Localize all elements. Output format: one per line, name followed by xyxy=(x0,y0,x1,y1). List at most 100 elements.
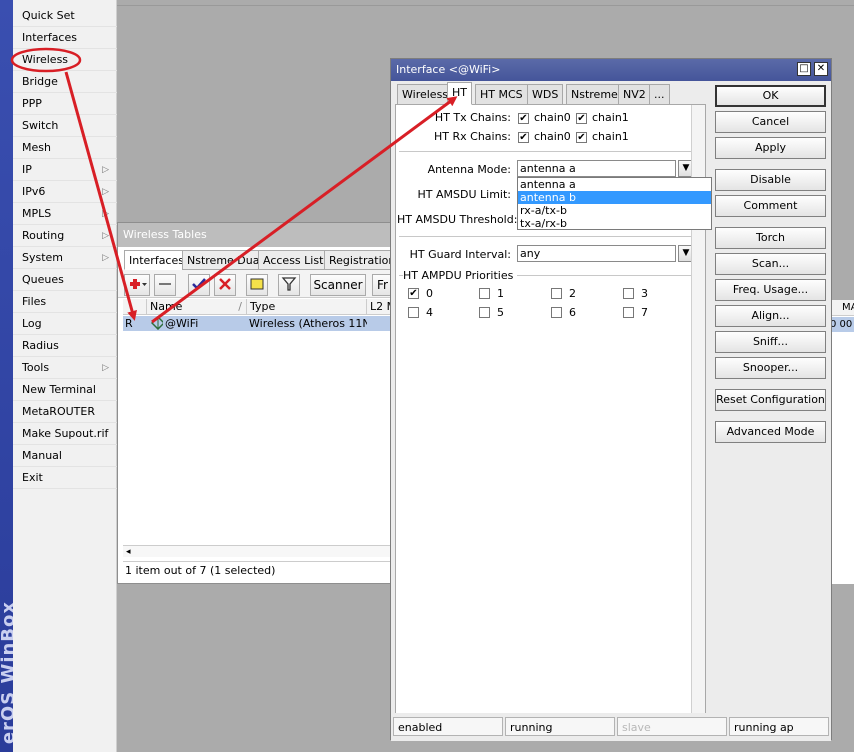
menu-item-ppp[interactable]: PPP xyxy=(13,93,117,115)
priority-3-checkbox[interactable] xyxy=(623,288,634,299)
table-row[interactable]: R @WiFi Wireless (Atheros 11N) xyxy=(123,316,391,331)
menu-item-radius[interactable]: Radius xyxy=(13,335,117,357)
guard-interval-select[interactable]: any xyxy=(517,245,676,262)
menu-item-ip[interactable]: IP ▷ xyxy=(13,159,117,181)
reset-configuration-button[interactable]: Reset Configuration xyxy=(715,389,826,411)
submenu-arrow-icon: ▷ xyxy=(102,363,109,373)
apply-button[interactable]: Apply xyxy=(715,137,826,159)
cancel-button[interactable]: Cancel xyxy=(715,111,826,133)
priority-4-checkbox[interactable] xyxy=(408,307,419,318)
menu-item-ipv6[interactable]: IPv6 ▷ xyxy=(13,181,117,203)
tab-access-list[interactable]: Access List xyxy=(258,250,329,270)
main-menu: Quick Set Interfaces Wireless Bridge PPP… xyxy=(13,0,117,752)
ok-button[interactable]: OK xyxy=(715,85,826,107)
maximize-icon[interactable]: □ xyxy=(797,62,811,76)
menu-item-interfaces[interactable]: Interfaces xyxy=(13,27,117,49)
tab-interfaces[interactable]: Interfaces xyxy=(124,250,189,270)
tab-nstreme[interactable]: Nstreme xyxy=(566,84,623,105)
menu-item-routing[interactable]: Routing ▷ xyxy=(13,225,117,247)
divider xyxy=(399,151,699,152)
menu-item-bridge[interactable]: Bridge xyxy=(13,71,117,93)
tab-registration[interactable]: Registration xyxy=(324,250,401,270)
status-running: running xyxy=(505,717,615,736)
torch-button[interactable]: Torch xyxy=(715,227,826,249)
freq-usage-button[interactable]: Freq. Usage... xyxy=(715,279,826,301)
window-title[interactable]: Wireless Tables xyxy=(118,223,391,247)
align-button[interactable]: Align... xyxy=(715,305,826,327)
comment-button[interactable] xyxy=(246,274,268,296)
ampdu-priorities-label: HT AMPDU Priorities xyxy=(403,269,518,282)
column-flag[interactable] xyxy=(123,299,147,315)
filter-button[interactable] xyxy=(278,274,300,296)
option-antenna-b[interactable]: antenna b xyxy=(518,191,711,204)
tab-more[interactable]: ... xyxy=(649,84,670,105)
tx-chain0-checkbox[interactable]: ✔ xyxy=(518,113,529,124)
tab-wds[interactable]: WDS xyxy=(527,84,564,105)
tab-ht[interactable]: HT xyxy=(447,82,472,105)
submenu-arrow-icon: ▷ xyxy=(102,165,109,175)
menu-item-quick-set[interactable]: Quick Set xyxy=(13,5,117,27)
comment-button[interactable]: Comment xyxy=(715,195,826,217)
column-name[interactable]: Name / xyxy=(147,299,247,315)
sniff-button[interactable]: Sniff... xyxy=(715,331,826,353)
option-antenna-a[interactable]: antenna a xyxy=(518,178,711,191)
tab-nv2[interactable]: NV2 xyxy=(618,84,651,105)
ht-amsdu-threshold-label: HT AMSDU Threshold: xyxy=(397,213,518,226)
option-rx-a-tx-b[interactable]: rx-a/tx-b xyxy=(518,204,711,217)
menu-item-files[interactable]: Files xyxy=(13,291,117,313)
wireless-tables-window: Wireless Tables Interfaces Nstreme Dual … xyxy=(117,222,401,584)
rx-chain0-checkbox[interactable]: ✔ xyxy=(518,132,529,143)
submenu-arrow-icon: ▷ xyxy=(102,231,109,241)
ht-rx-chains-label: HT Rx Chains: xyxy=(434,130,511,143)
menu-item-manual[interactable]: Manual xyxy=(13,445,117,467)
column-l2[interactable]: L2 M xyxy=(367,299,391,315)
priority-1-checkbox[interactable] xyxy=(479,288,490,299)
menu-item-log[interactable]: Log xyxy=(13,313,117,335)
priority-0-checkbox[interactable]: ✔ xyxy=(408,288,419,299)
tab-nstreme-dual[interactable]: Nstreme Dual xyxy=(182,250,268,270)
menu-item-queues[interactable]: Queues xyxy=(13,269,117,291)
close-icon[interactable]: ✕ xyxy=(814,62,828,76)
menu-item-exit[interactable]: Exit xyxy=(13,467,117,489)
remove-button[interactable] xyxy=(154,274,176,296)
dialog-status-bar: enabled running slave running ap xyxy=(391,713,831,741)
priority-6-checkbox[interactable] xyxy=(551,307,562,318)
priority-7-checkbox[interactable] xyxy=(623,307,634,318)
scroll-left-icon[interactable]: ◂ xyxy=(126,547,131,557)
ht-guard-interval-label: HT Guard Interval: xyxy=(409,248,511,261)
sort-indicator-icon: / xyxy=(238,300,242,313)
antenna-mode-select[interactable]: antenna a xyxy=(517,160,676,177)
interface-dialog: Interface <@WiFi> □ ✕ Wireless HT HT MCS… xyxy=(390,58,832,741)
menu-item-wireless[interactable]: Wireless xyxy=(13,49,117,71)
rx-chain1-checkbox[interactable]: ✔ xyxy=(576,132,587,143)
advanced-mode-button[interactable]: Advanced Mode xyxy=(715,421,826,443)
disable-button[interactable] xyxy=(214,274,236,296)
check-icon xyxy=(192,278,206,290)
scan-button[interactable]: Scan... xyxy=(715,253,826,275)
dialog-title[interactable]: Interface <@WiFi> xyxy=(391,59,831,81)
tx-chain1-checkbox[interactable]: ✔ xyxy=(576,113,587,124)
row-l2 xyxy=(367,316,391,331)
menu-item-switch[interactable]: Switch xyxy=(13,115,117,137)
column-type[interactable]: Type xyxy=(247,299,367,315)
tab-ht-mcs[interactable]: HT MCS xyxy=(475,84,528,105)
priority-5-checkbox[interactable] xyxy=(479,307,490,318)
menu-item-mpls[interactable]: MPLS ▷ xyxy=(13,203,117,225)
option-tx-a-rx-b[interactable]: tx-a/rx-b xyxy=(518,217,711,230)
menu-item-mesh[interactable]: Mesh xyxy=(13,137,117,159)
priority-2-checkbox[interactable] xyxy=(551,288,562,299)
menu-item-metarouter[interactable]: MetaROUTER xyxy=(13,401,117,423)
enable-button[interactable] xyxy=(188,274,210,296)
horizontal-scrollbar[interactable]: ◂ xyxy=(123,545,391,557)
scanner-button[interactable]: Scanner xyxy=(310,274,366,296)
table-header: Name/ Type L2 M xyxy=(123,299,391,315)
menu-item-make-supout[interactable]: Make Supout.rif xyxy=(13,423,117,445)
snooper-button[interactable]: Snooper... xyxy=(715,357,826,379)
menu-item-new-terminal[interactable]: New Terminal xyxy=(13,379,117,401)
disable-button[interactable]: Disable xyxy=(715,169,826,191)
tab-wireless[interactable]: Wireless xyxy=(397,84,454,105)
row-name: @WiFi xyxy=(165,317,199,330)
menu-item-tools[interactable]: Tools ▷ xyxy=(13,357,117,379)
menu-item-system[interactable]: System ▷ xyxy=(13,247,117,269)
add-button[interactable] xyxy=(124,274,150,296)
